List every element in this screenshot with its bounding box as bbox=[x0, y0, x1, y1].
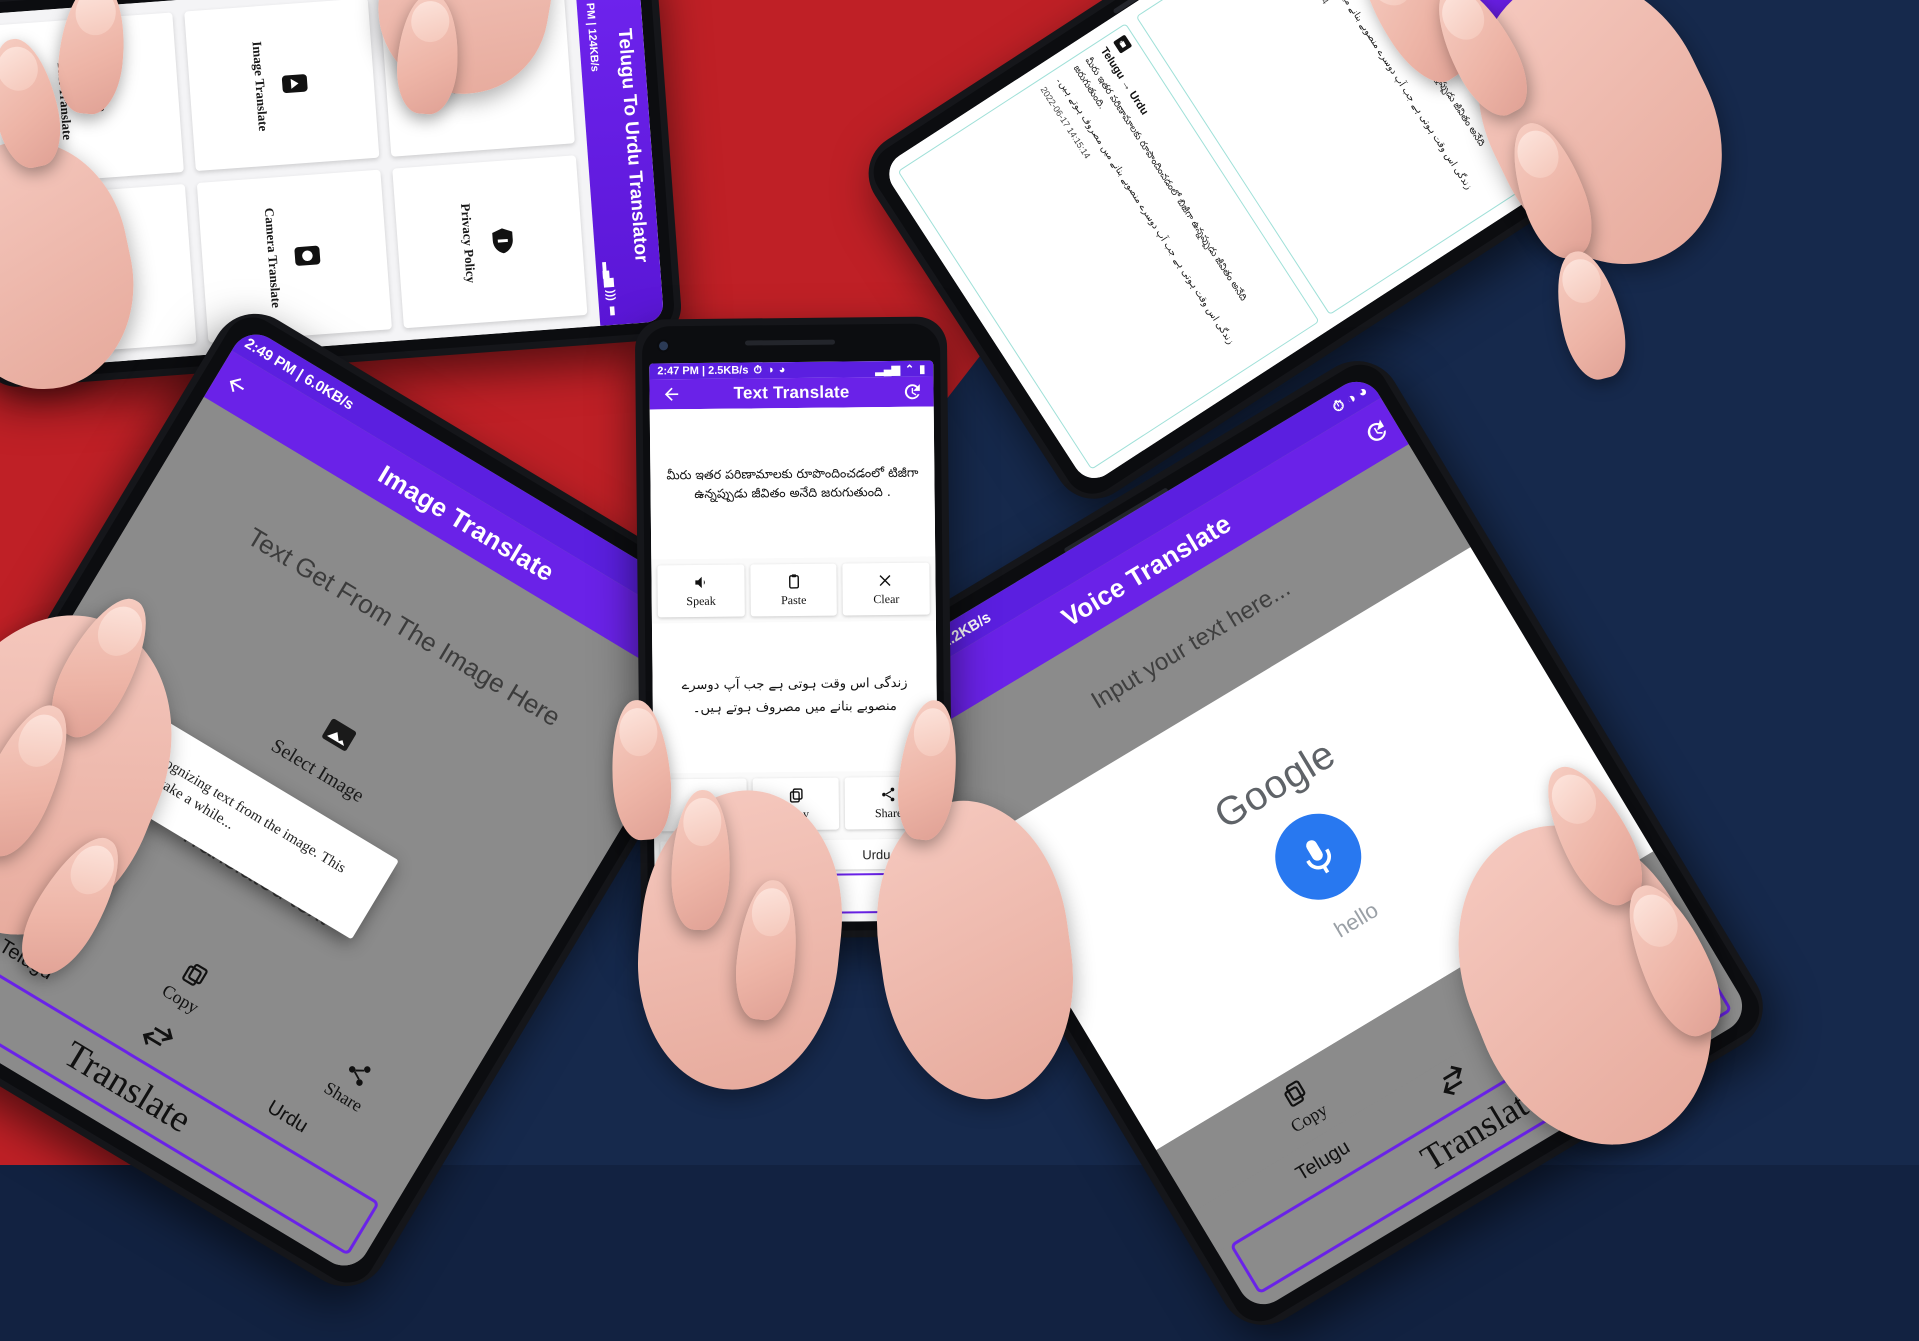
image-icon bbox=[313, 712, 363, 764]
loading-spinner-icon bbox=[66, 699, 143, 777]
translate-button-wrap: Translate bbox=[654, 872, 940, 924]
share-label: Share bbox=[874, 805, 903, 820]
dnd-icon: ◑ bbox=[766, 364, 774, 377]
wifi-icon: ⌃ bbox=[904, 363, 915, 376]
text-translate-body: మీరు ఇతర పరిణామాలకు రూపొందించడంలో టిజీగా… bbox=[649, 406, 940, 924]
swap-arrows-icon[interactable] bbox=[776, 843, 816, 867]
microphone-icon[interactable] bbox=[1259, 797, 1378, 916]
delete-icon[interactable] bbox=[1112, 34, 1133, 54]
tile-privacy-policy[interactable]: Privacy Policy bbox=[392, 155, 588, 329]
speak-label: Speak bbox=[688, 807, 719, 822]
front-camera bbox=[658, 341, 669, 351]
translate-button[interactable]: Translate bbox=[662, 872, 931, 916]
text-appbar: Text Translate bbox=[649, 376, 934, 410]
tile-label: Voice Translate bbox=[66, 228, 89, 316]
source-text: మీరు ఇతర పరిణామాలకు రూపొందించడంలో టిజీగా… bbox=[666, 464, 919, 502]
source-text-area[interactable]: మీరు ఇతర పరిణామాలకు రూపొందించడంలో టిజీగా… bbox=[649, 406, 936, 560]
camera-icon bbox=[289, 237, 325, 273]
clear-label: Clear bbox=[873, 591, 900, 606]
text-page-title: Text Translate bbox=[733, 382, 850, 403]
delete-all-icon[interactable] bbox=[1528, 16, 1561, 51]
back-arrow-icon[interactable] bbox=[659, 382, 683, 406]
text-status-text: 2:47 PM | 2.5KB/s bbox=[657, 364, 749, 378]
copy-button[interactable]: Copy bbox=[752, 777, 840, 831]
home-screen: 5:02 PM | 124KB/s ▂▄▆ ))) ▮ Telugu To Ur… bbox=[0, 0, 665, 370]
text-translate-icon: G bbox=[81, 80, 117, 116]
source-action-row: Speak Paste Clear bbox=[651, 556, 936, 624]
tile-label: Privacy Policy bbox=[458, 202, 479, 284]
history-icon[interactable] bbox=[899, 380, 923, 404]
share-button[interactable]: Share bbox=[844, 776, 933, 830]
shield-info-icon bbox=[485, 223, 521, 259]
tile-voice-translate[interactable]: Voice Translate bbox=[1, 183, 197, 357]
earpiece-speaker bbox=[744, 339, 836, 346]
target-action-row: Speak Copy Share bbox=[653, 770, 939, 838]
source-language-select[interactable]: Telugu bbox=[660, 840, 773, 872]
target-text-area: زندگی اس وقت ہوتی ہے جب آپ دوسرے منصوبے … bbox=[651, 620, 938, 774]
tile-rate-us[interactable]: Rate Us bbox=[379, 0, 575, 157]
home-tile-grid: Rate Us Image Translate Text Translate G bbox=[0, 0, 601, 370]
text-translate-screen: 2:47 PM | 2.5KB/s ⏱ ◑ ◕ ▂▄▆ ⌃ ▮ Text Tra… bbox=[649, 360, 940, 924]
target-language-select[interactable]: Urdu bbox=[820, 838, 933, 870]
tile-camera-translate[interactable]: Camera Translate bbox=[196, 169, 392, 343]
copy-label: Copy bbox=[782, 806, 810, 821]
image-translate-icon bbox=[277, 65, 313, 101]
phone-mockup-home: 5:02 PM | 124KB/s ▂▄▆ ))) ▮ Telugu To Ur… bbox=[0, 0, 684, 390]
paste-button[interactable]: Paste bbox=[750, 563, 838, 617]
speak-label: Speak bbox=[686, 593, 716, 608]
star-icon bbox=[472, 51, 508, 87]
alarm-icon: ⏱ bbox=[753, 363, 763, 377]
speak-button[interactable]: Speak bbox=[659, 778, 747, 832]
microphone-icon bbox=[94, 251, 130, 287]
tile-image-translate[interactable]: Image Translate bbox=[184, 0, 380, 172]
sync-icon: ◕ bbox=[778, 364, 786, 377]
signal-icon: ▂▄▆ bbox=[875, 363, 901, 376]
language-selector-row: Telugu Urdu bbox=[654, 834, 939, 876]
clear-button[interactable]: Clear bbox=[842, 562, 930, 616]
tile-label: Camera Translate bbox=[261, 207, 285, 309]
tile-text-translate[interactable]: Text Translate G bbox=[0, 12, 184, 186]
home-status-text: 5:02 PM | 124KB/s bbox=[581, 0, 601, 73]
speak-button[interactable]: Speak bbox=[657, 564, 745, 618]
paste-label: Paste bbox=[780, 592, 807, 607]
battery-icon: ▮ bbox=[919, 363, 926, 376]
tile-label: Text Translate bbox=[54, 60, 76, 141]
phone-mockup-text-translate: 2:47 PM | 2.5KB/s ⏱ ◑ ◕ ▂▄▆ ⌃ ▮ Text Tra… bbox=[634, 316, 954, 940]
target-text: زندگی اس وقت ہوتی ہے جب آپ دوسرے منصوبے … bbox=[681, 676, 908, 717]
tile-label: Image Translate bbox=[249, 40, 272, 132]
tile-label: Rate Us bbox=[446, 49, 465, 95]
voice-recognized-text: hello bbox=[1329, 897, 1383, 943]
home-status-icons: ▂▄▆ ))) ▮ bbox=[602, 261, 619, 318]
